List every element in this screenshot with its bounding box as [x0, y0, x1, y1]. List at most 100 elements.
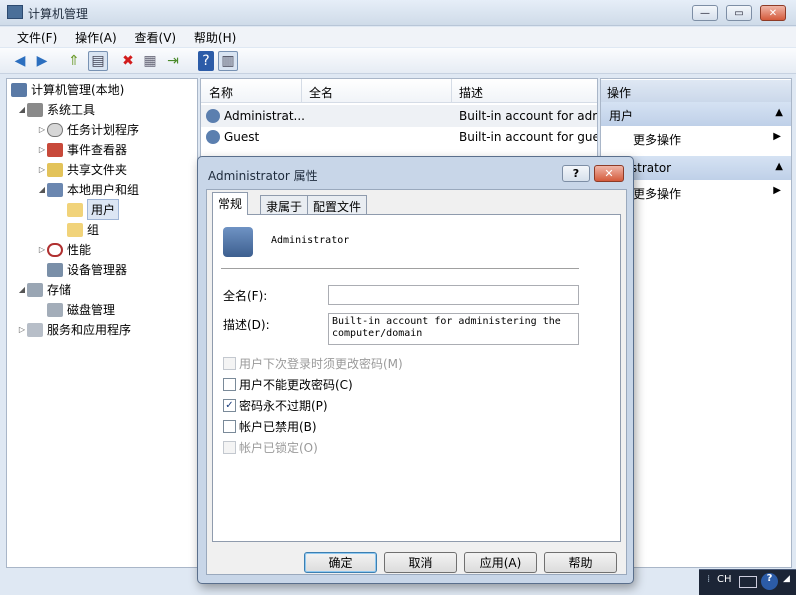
table-row[interactable]: Administrat... Built-in account for adm: [201, 105, 597, 127]
expand-toggle-icon[interactable]: ◢: [17, 285, 27, 294]
window-title: 计算机管理: [28, 7, 89, 21]
tree-item-groups[interactable]: 组: [67, 220, 99, 239]
tree-item-device-manager[interactable]: 设备管理器: [47, 260, 127, 279]
clock-icon: [47, 122, 63, 137]
description-field[interactable]: Built-in account for administering the c…: [328, 313, 579, 345]
back-arrow-icon[interactable]: ◀: [10, 51, 30, 71]
taskbar-tray: ⁞ CH ? ◢: [699, 569, 796, 595]
tree-item-services-applications[interactable]: ▷ 服务和应用程序: [17, 320, 131, 339]
ok-button[interactable]: 确定: [304, 552, 377, 573]
dialog-title: Administrator 属性: [208, 169, 318, 183]
tree-item-event-viewer[interactable]: ▷ 事件查看器: [37, 140, 127, 159]
fullname-label: 全名(F):: [223, 289, 268, 303]
tree-item-shared-folders[interactable]: ▷ 共享文件夹: [37, 160, 127, 179]
up-folder-icon[interactable]: ⇑: [64, 51, 84, 71]
tree-item-disk-management[interactable]: 磁盘管理: [47, 300, 115, 319]
user-icon: [206, 109, 220, 123]
keyboard-icon[interactable]: [739, 576, 757, 588]
console-tree: 计算机管理(本地) ◢ 系统工具 ▷ 任务计划程序 ▷ 事件查看器 ▷ 共享文件夹 ◢ 本…: [6, 78, 198, 568]
show-hide-tree-icon[interactable]: ▤: [88, 51, 108, 71]
menu-view[interactable]: 查看(V): [128, 27, 184, 48]
tab-member-of[interactable]: 隶属于: [260, 195, 309, 214]
checkmark-icon[interactable]: ✓: [223, 398, 236, 412]
checkbox[interactable]: [223, 356, 236, 370]
folder-icon: [67, 222, 83, 237]
tools-icon: [27, 102, 43, 117]
user-icon: [206, 130, 220, 144]
column-name[interactable]: 名称: [209, 84, 233, 101]
expand-toggle-icon[interactable]: ▷: [17, 325, 27, 334]
tree-item-local-users-groups[interactable]: ◢ 本地用户和组: [37, 180, 139, 199]
expand-toggle-icon[interactable]: ◢: [17, 105, 27, 114]
submenu-arrow-icon: ▶: [773, 131, 781, 142]
disk-icon: [47, 302, 63, 317]
dialog-help-button[interactable]: ?: [562, 165, 590, 182]
tree-item-system-tools[interactable]: ◢ 系统工具: [17, 100, 95, 119]
username-label: Administrator: [271, 235, 350, 246]
maximize-button[interactable]: ▭: [726, 5, 752, 21]
more-actions-item[interactable]: 更多操作 ▶: [601, 127, 791, 149]
account-locked-checkbox[interactable]: 帐户已锁定(O): [223, 438, 318, 456]
column-fullname[interactable]: 全名: [309, 84, 333, 101]
show-hide-action-pane-icon[interactable]: ▥: [218, 51, 238, 71]
export-list-icon[interactable]: ⇥: [163, 51, 183, 71]
forward-arrow-icon[interactable]: ▶: [32, 51, 52, 71]
dialog-body: 常规 隶属于 配置文件 Administrator 全名(F): 描述(D): …: [206, 189, 627, 575]
column-description[interactable]: 描述: [459, 84, 483, 101]
performance-icon: [47, 242, 63, 257]
delete-icon[interactable]: ✖: [118, 51, 138, 71]
actions-section-users[interactable]: 用户 ▲: [601, 102, 791, 126]
expand-toggle-icon[interactable]: ▷: [37, 245, 47, 254]
help-icon[interactable]: ?: [761, 573, 778, 590]
shared-folder-icon: [47, 162, 63, 177]
title-bar: 计算机管理 — ▭ ✕: [0, 0, 796, 26]
expand-toggle-icon[interactable]: ▷: [37, 125, 47, 134]
tab-general[interactable]: 常规: [212, 192, 249, 215]
fullname-field[interactable]: [328, 285, 579, 305]
apply-button[interactable]: 应用(A): [464, 552, 537, 573]
tray-arrow-icon[interactable]: ◢: [783, 574, 790, 584]
computer-management-icon: [7, 5, 23, 19]
menu-action[interactable]: 操作(A): [68, 27, 124, 48]
toolbar: ◀ ▶ ⇑ ▤ ✖ ▦ ⇥ ? ▥: [0, 48, 796, 74]
collapse-arrow-icon[interactable]: ▲: [775, 107, 783, 118]
tree-item-computer-management[interactable]: 计算机管理(本地): [11, 80, 124, 99]
expand-toggle-icon[interactable]: ◢: [37, 185, 47, 194]
storage-icon: [27, 282, 43, 297]
tree-item-storage[interactable]: ◢ 存储: [17, 280, 71, 299]
help-icon[interactable]: ?: [198, 51, 214, 71]
submenu-arrow-icon: ▶: [773, 185, 781, 196]
table-row[interactable]: Guest Built-in account for gues: [201, 126, 597, 148]
properties-icon[interactable]: ▦: [140, 51, 160, 71]
expand-toggle-icon[interactable]: ▷: [37, 165, 47, 174]
checkbox[interactable]: [223, 377, 236, 391]
cannot-change-password-checkbox[interactable]: 用户不能更改密码(C): [223, 375, 353, 393]
collapse-arrow-icon[interactable]: ▲: [775, 161, 783, 172]
close-button[interactable]: ✕: [760, 5, 786, 21]
tray-divider-icon: ⁞: [707, 574, 711, 585]
must-change-password-checkbox[interactable]: 用户下次登录时须更改密码(M): [223, 354, 403, 372]
menu-help[interactable]: 帮助(H): [187, 27, 243, 48]
minimize-button[interactable]: —: [692, 5, 718, 21]
checkbox[interactable]: [223, 419, 236, 433]
event-viewer-icon: [47, 142, 63, 157]
account-disabled-checkbox[interactable]: 帐户已禁用(B): [223, 417, 317, 435]
dialog-close-button[interactable]: ✕: [594, 165, 624, 182]
language-indicator[interactable]: CH: [717, 574, 732, 585]
tree-item-performance[interactable]: ▷ 性能: [37, 240, 91, 259]
expand-toggle-icon[interactable]: ▷: [37, 145, 47, 154]
tree-item-users[interactable]: 用户: [67, 199, 120, 220]
tree-item-task-scheduler[interactable]: ▷ 任务计划程序: [37, 120, 139, 139]
password-never-expires-checkbox[interactable]: ✓ 密码永不过期(P): [223, 396, 328, 414]
services-icon: [27, 322, 43, 337]
checkbox[interactable]: [223, 440, 236, 454]
computer-icon: [11, 82, 27, 97]
general-tab-panel: Administrator 全名(F): 描述(D): Built-in acc…: [212, 214, 621, 542]
description-label: 描述(D):: [223, 318, 270, 332]
tab-profile[interactable]: 配置文件: [307, 195, 368, 214]
separator: [221, 268, 579, 269]
help-button[interactable]: 帮助: [544, 552, 617, 573]
menu-bar: 文件(F) 操作(A) 查看(V) 帮助(H): [0, 27, 796, 47]
menu-file[interactable]: 文件(F): [10, 27, 64, 48]
cancel-button[interactable]: 取消: [384, 552, 457, 573]
